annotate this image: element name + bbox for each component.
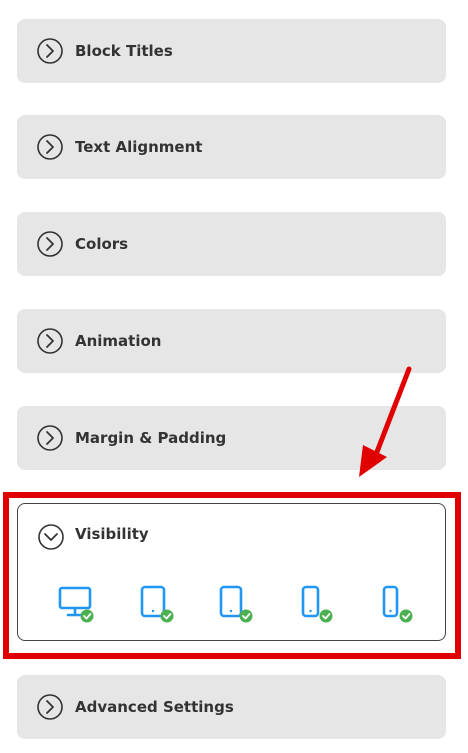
- chevron-right-icon: [37, 328, 63, 354]
- tablet-small-visible-icon[interactable]: [215, 584, 255, 624]
- chevron-down-icon[interactable]: [38, 524, 64, 550]
- chevron-right-icon: [37, 694, 63, 720]
- chevron-right-icon: [37, 38, 63, 64]
- panel-label[interactable]: Visibility: [75, 525, 149, 543]
- panel-label: Text Alignment: [75, 138, 203, 156]
- desktop-visible-icon[interactable]: [56, 584, 96, 624]
- mobile-visible-icon[interactable]: [295, 584, 335, 624]
- panel-label: Colors: [75, 235, 129, 253]
- panel-block-titles[interactable]: Block Titles: [17, 19, 446, 83]
- panel-animation[interactable]: Animation: [17, 309, 446, 373]
- panel-label: Margin & Padding: [75, 429, 227, 447]
- chevron-right-icon: [37, 231, 63, 257]
- panel-label: Block Titles: [75, 42, 173, 60]
- panel-visibility: Visibility: [17, 503, 446, 641]
- chevron-right-icon: [37, 425, 63, 451]
- annotation-arrow-icon: [359, 366, 412, 477]
- chevron-right-icon: [37, 134, 63, 160]
- tablet-visible-icon[interactable]: [136, 584, 176, 624]
- panel-text-alignment[interactable]: Text Alignment: [17, 115, 446, 179]
- panel-colors[interactable]: Colors: [17, 212, 446, 276]
- mobile-small-visible-icon[interactable]: [375, 584, 415, 624]
- panel-advanced-settings[interactable]: Advanced Settings: [17, 675, 446, 739]
- panel-label: Advanced Settings: [75, 698, 234, 716]
- panel-label: Animation: [75, 332, 162, 350]
